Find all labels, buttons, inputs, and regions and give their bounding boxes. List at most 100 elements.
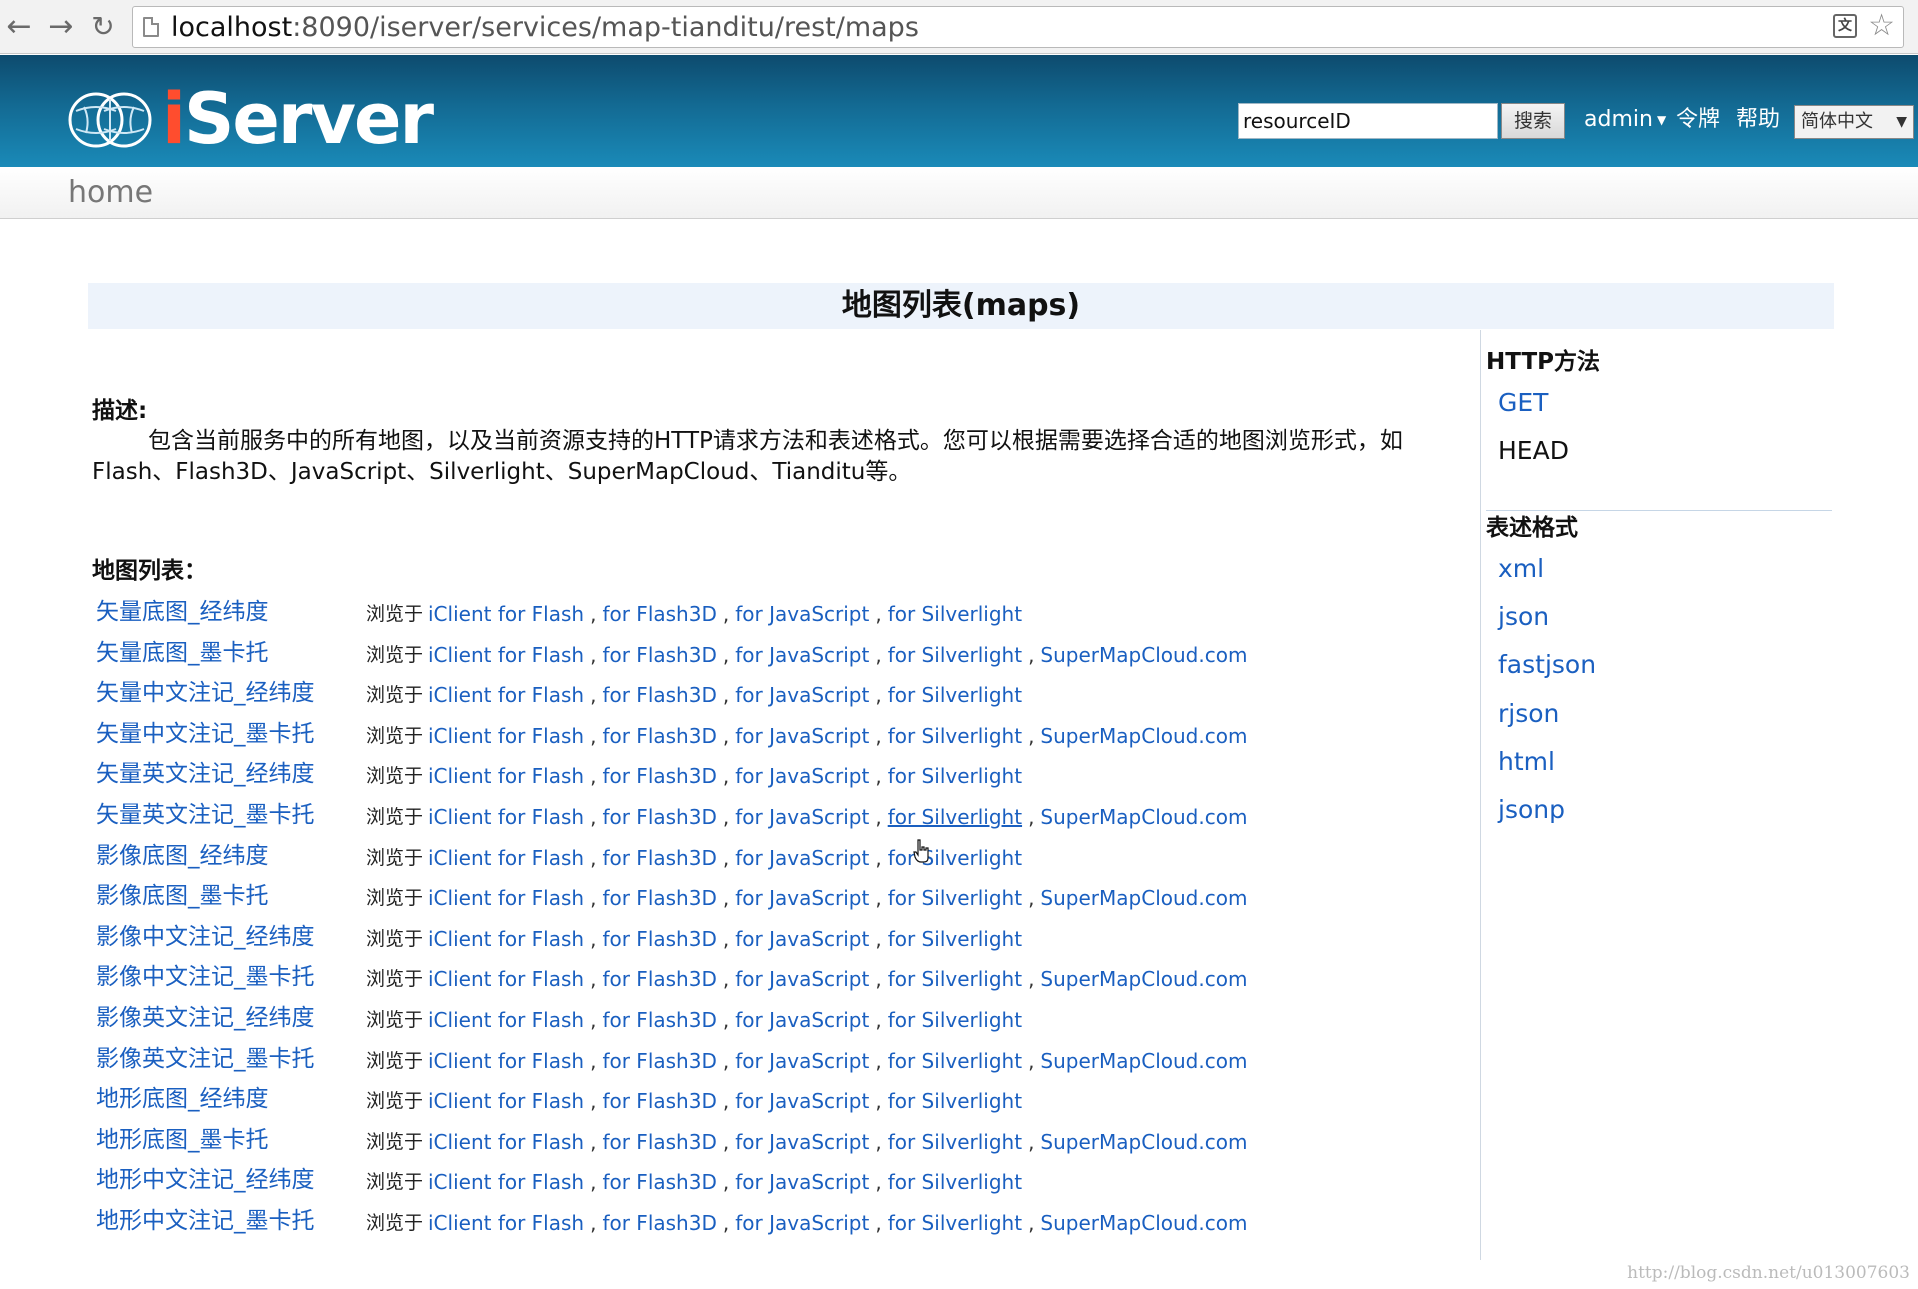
browse-link-flash[interactable]: iClient for Flash [428, 1130, 584, 1154]
map-name-link[interactable]: 影像英文注记_墨卡托 [96, 1039, 315, 1079]
language-select[interactable]: 简体中文 ▼ [1794, 105, 1914, 139]
resource-search-input[interactable] [1238, 103, 1498, 139]
browse-link-flash3d[interactable]: for Flash3D [602, 643, 716, 667]
map-name-link[interactable]: 矢量底图_经纬度 [96, 592, 269, 632]
browse-link-cloud[interactable]: SuperMapCloud.com [1040, 724, 1247, 748]
browse-link-silverlight[interactable]: for Silverlight [888, 1089, 1022, 1113]
user-menu[interactable]: admin ▼ [1584, 105, 1666, 135]
browse-link-cloud[interactable]: SuperMapCloud.com [1040, 1211, 1247, 1235]
browse-link-flash3d[interactable]: for Flash3D [602, 1211, 716, 1235]
browse-link-js[interactable]: for JavaScript [735, 602, 869, 626]
breadcrumb-home-link[interactable]: home [68, 173, 153, 213]
browse-link-flash3d[interactable]: for Flash3D [602, 683, 716, 707]
address-bar[interactable]: localhost:8090/iserver/services/map-tian… [132, 6, 1904, 48]
browse-link-js[interactable]: for JavaScript [735, 1049, 869, 1073]
map-name-link[interactable]: 矢量英文注记_经纬度 [96, 754, 315, 794]
browse-link-silverlight[interactable]: for Silverlight [888, 1130, 1022, 1154]
map-name-link[interactable]: 地形中文注记_经纬度 [96, 1160, 315, 1200]
browse-link-silverlight[interactable]: for Silverlight [888, 1170, 1022, 1194]
browse-link-flash3d[interactable]: for Flash3D [602, 927, 716, 951]
browse-link-js[interactable]: for JavaScript [735, 764, 869, 788]
browse-link-flash[interactable]: iClient for Flash [428, 1211, 584, 1235]
browse-link-js[interactable]: for JavaScript [735, 927, 869, 951]
browse-link-flash3d[interactable]: for Flash3D [602, 1170, 716, 1194]
browse-link-js[interactable]: for JavaScript [735, 724, 869, 748]
http-method-get[interactable]: GET [1498, 386, 1548, 420]
map-name-link[interactable]: 地形底图_经纬度 [96, 1079, 269, 1119]
browse-link-js[interactable]: for JavaScript [735, 1211, 869, 1235]
browse-link-silverlight[interactable]: for Silverlight [888, 1049, 1022, 1073]
browse-link-js[interactable]: for JavaScript [735, 1170, 869, 1194]
browse-link-flash[interactable]: iClient for Flash [428, 1049, 584, 1073]
browse-link-flash3d[interactable]: for Flash3D [602, 967, 716, 991]
forward-arrow-icon[interactable]: → [44, 10, 78, 44]
browse-link-cloud[interactable]: SuperMapCloud.com [1040, 1049, 1247, 1073]
map-name-link[interactable]: 影像底图_经纬度 [96, 836, 269, 876]
browse-link-cloud[interactable]: SuperMapCloud.com [1040, 967, 1247, 991]
browse-link-flash[interactable]: iClient for Flash [428, 602, 584, 626]
browse-link-flash[interactable]: iClient for Flash [428, 724, 584, 748]
browse-link-flash3d[interactable]: for Flash3D [602, 846, 716, 870]
translate-icon[interactable]: 文 [1833, 14, 1857, 38]
browse-link-flash[interactable]: iClient for Flash [428, 967, 584, 991]
browse-link-flash[interactable]: iClient for Flash [428, 805, 584, 829]
browse-link-flash3d[interactable]: for Flash3D [602, 1008, 716, 1032]
format-xml[interactable]: xml [1498, 552, 1544, 586]
map-name-link[interactable]: 地形底图_墨卡托 [96, 1120, 269, 1160]
map-name-link[interactable]: 影像英文注记_经纬度 [96, 998, 315, 1038]
browse-link-cloud[interactable]: SuperMapCloud.com [1040, 1130, 1247, 1154]
browse-link-js[interactable]: for JavaScript [735, 1130, 869, 1154]
reload-icon[interactable]: ↻ [86, 10, 120, 44]
map-name-link[interactable]: 矢量中文注记_墨卡托 [96, 714, 315, 754]
browse-link-flash[interactable]: iClient for Flash [428, 886, 584, 910]
browse-link-silverlight[interactable]: for Silverlight [888, 643, 1022, 667]
back-arrow-icon[interactable]: ← [2, 10, 36, 44]
map-name-link[interactable]: 影像中文注记_墨卡托 [96, 957, 315, 997]
browse-link-flash[interactable]: iClient for Flash [428, 1008, 584, 1032]
browse-link-silverlight[interactable]: for Silverlight [888, 967, 1022, 991]
search-button[interactable]: 搜索 [1501, 103, 1565, 139]
browse-link-flash[interactable]: iClient for Flash [428, 846, 584, 870]
bookmark-star-icon[interactable]: ☆ [1868, 9, 1895, 43]
browse-link-silverlight[interactable]: for Silverlight [888, 1008, 1022, 1032]
browse-link-silverlight[interactable]: for Silverlight [888, 927, 1022, 951]
browse-link-flash[interactable]: iClient for Flash [428, 764, 584, 788]
browse-link-js[interactable]: for JavaScript [735, 643, 869, 667]
browse-link-flash3d[interactable]: for Flash3D [602, 805, 716, 829]
browse-link-js[interactable]: for JavaScript [735, 846, 869, 870]
browse-link-silverlight[interactable]: for Silverlight [888, 846, 1022, 870]
map-name-link[interactable]: 矢量中文注记_经纬度 [96, 673, 315, 713]
help-link[interactable]: 帮助 [1736, 105, 1780, 135]
browse-link-flash3d[interactable]: for Flash3D [602, 1130, 716, 1154]
map-name-link[interactable]: 地形中文注记_墨卡托 [96, 1201, 315, 1241]
browse-link-flash3d[interactable]: for Flash3D [602, 602, 716, 626]
browse-link-js[interactable]: for JavaScript [735, 967, 869, 991]
browse-link-cloud[interactable]: SuperMapCloud.com [1040, 805, 1247, 829]
format-jsonp[interactable]: jsonp [1498, 793, 1565, 827]
browse-link-silverlight[interactable]: for Silverlight [888, 602, 1022, 626]
map-name-link[interactable]: 影像底图_墨卡托 [96, 876, 269, 916]
token-link[interactable]: 令牌 [1676, 105, 1720, 135]
map-name-link[interactable]: 影像中文注记_经纬度 [96, 917, 315, 957]
browse-link-flash3d[interactable]: for Flash3D [602, 764, 716, 788]
browse-link-js[interactable]: for JavaScript [735, 886, 869, 910]
browse-link-flash3d[interactable]: for Flash3D [602, 1089, 716, 1113]
format-json[interactable]: json [1498, 600, 1549, 634]
browse-link-flash[interactable]: iClient for Flash [428, 1170, 584, 1194]
map-name-link[interactable]: 矢量底图_墨卡托 [96, 633, 269, 673]
browse-link-flash3d[interactable]: for Flash3D [602, 1049, 716, 1073]
browse-link-flash[interactable]: iClient for Flash [428, 643, 584, 667]
browse-link-silverlight[interactable]: for Silverlight [888, 724, 1022, 748]
browse-link-silverlight[interactable]: for Silverlight [888, 683, 1022, 707]
browse-link-js[interactable]: for JavaScript [735, 805, 869, 829]
map-name-link[interactable]: 矢量英文注记_墨卡托 [96, 795, 315, 835]
url-text[interactable]: localhost:8090/iserver/services/map-tian… [171, 12, 919, 43]
browse-link-silverlight[interactable]: for Silverlight [888, 764, 1022, 788]
browse-link-silverlight[interactable]: for Silverlight [888, 886, 1022, 910]
browse-link-flash3d[interactable]: for Flash3D [602, 886, 716, 910]
browse-link-js[interactable]: for JavaScript [735, 1008, 869, 1032]
browse-link-flash[interactable]: iClient for Flash [428, 683, 584, 707]
browse-link-flash3d[interactable]: for Flash3D [602, 724, 716, 748]
browse-link-silverlight[interactable]: for Silverlight [888, 1211, 1022, 1235]
format-html[interactable]: html [1498, 745, 1555, 779]
